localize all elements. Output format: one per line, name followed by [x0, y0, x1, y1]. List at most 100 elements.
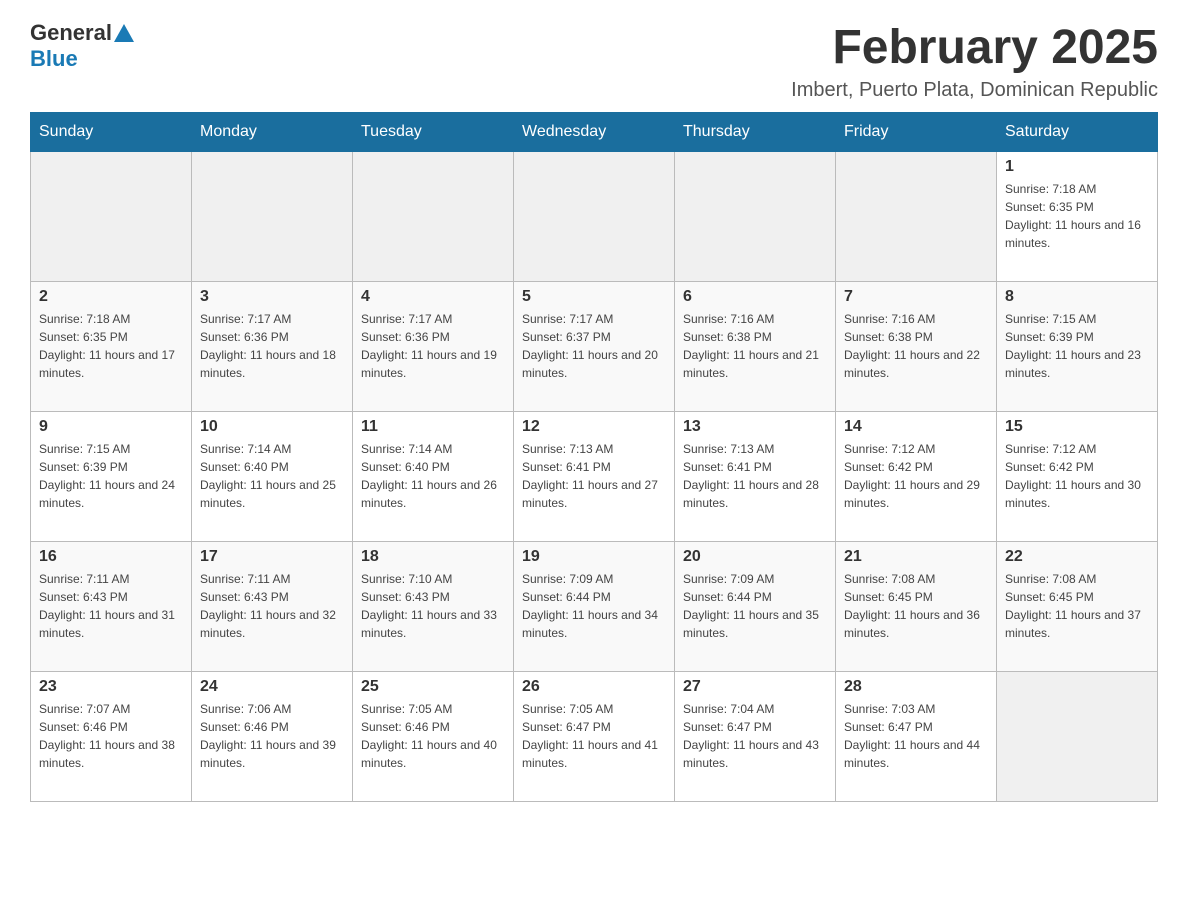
day-info: Sunrise: 7:11 AMSunset: 6:43 PMDaylight:…: [200, 570, 344, 642]
day-number: 28: [844, 678, 988, 696]
calendar-cell: 10 Sunrise: 7:14 AMSunset: 6:40 PMDayligh…: [192, 412, 353, 542]
day-info: Sunrise: 7:15 AMSunset: 6:39 PMDaylight:…: [39, 440, 183, 512]
day-info: Sunrise: 7:03 AMSunset: 6:47 PMDaylight:…: [844, 700, 988, 772]
calendar-cell: 20 Sunrise: 7:09 AMSunset: 6:44 PMDayligh…: [675, 542, 836, 672]
day-number: 16: [39, 548, 183, 566]
calendar-cell: 15 Sunrise: 7:12 AMSunset: 6:42 PMDayligh…: [997, 412, 1158, 542]
day-info: Sunrise: 7:17 AMSunset: 6:36 PMDaylight:…: [361, 310, 505, 382]
day-number: 5: [522, 288, 666, 306]
logo: General Blue: [30, 20, 136, 72]
calendar-cell: [31, 152, 192, 282]
day-number: 25: [361, 678, 505, 696]
day-number: 27: [683, 678, 827, 696]
day-number: 24: [200, 678, 344, 696]
calendar-week-row: 9 Sunrise: 7:15 AMSunset: 6:39 PMDaylight…: [31, 412, 1158, 542]
month-title: February 2025: [791, 20, 1158, 75]
day-number: 15: [1005, 418, 1149, 436]
calendar-cell: 11 Sunrise: 7:14 AMSunset: 6:40 PMDayligh…: [353, 412, 514, 542]
day-info: Sunrise: 7:16 AMSunset: 6:38 PMDaylight:…: [844, 310, 988, 382]
day-info: Sunrise: 7:14 AMSunset: 6:40 PMDaylight:…: [200, 440, 344, 512]
day-info: Sunrise: 7:12 AMSunset: 6:42 PMDaylight:…: [844, 440, 988, 512]
calendar-cell: 12 Sunrise: 7:13 AMSunset: 6:41 PMDayligh…: [514, 412, 675, 542]
calendar-cell: 5 Sunrise: 7:17 AMSunset: 6:37 PMDaylight…: [514, 282, 675, 412]
day-number: 26: [522, 678, 666, 696]
day-info: Sunrise: 7:15 AMSunset: 6:39 PMDaylight:…: [1005, 310, 1149, 382]
day-number: 8: [1005, 288, 1149, 306]
calendar-cell: 19 Sunrise: 7:09 AMSunset: 6:44 PMDayligh…: [514, 542, 675, 672]
calendar-week-row: 16 Sunrise: 7:11 AMSunset: 6:43 PMDayligh…: [31, 542, 1158, 672]
calendar-cell: 25 Sunrise: 7:05 AMSunset: 6:46 PMDayligh…: [353, 672, 514, 802]
day-number: 11: [361, 418, 505, 436]
day-number: 13: [683, 418, 827, 436]
calendar-cell: 14 Sunrise: 7:12 AMSunset: 6:42 PMDayligh…: [836, 412, 997, 542]
calendar-week-row: 1Sunrise: 7:18 AMSunset: 6:35 PMDaylight…: [31, 152, 1158, 282]
day-number: 22: [1005, 548, 1149, 566]
calendar-cell: 2 Sunrise: 7:18 AMSunset: 6:35 PMDaylight…: [31, 282, 192, 412]
col-friday: Friday: [836, 113, 997, 152]
calendar-cell: [192, 152, 353, 282]
calendar-cell: 8 Sunrise: 7:15 AMSunset: 6:39 PMDaylight…: [997, 282, 1158, 412]
day-info: Sunrise: 7:05 AMSunset: 6:47 PMDaylight:…: [522, 700, 666, 772]
calendar-cell: 21 Sunrise: 7:08 AMSunset: 6:45 PMDayligh…: [836, 542, 997, 672]
day-number: 7: [844, 288, 988, 306]
title-section: February 2025 Imbert, Puerto Plata, Domi…: [791, 20, 1158, 102]
day-number: 10: [200, 418, 344, 436]
day-info: Sunrise: 7:18 AMSunset: 6:35 PMDaylight:…: [39, 310, 183, 382]
day-number: 9: [39, 418, 183, 436]
day-info: Sunrise: 7:17 AMSunset: 6:36 PMDaylight:…: [200, 310, 344, 382]
day-number: 19: [522, 548, 666, 566]
day-info: Sunrise: 7:18 AMSunset: 6:35 PMDaylight:…: [1005, 180, 1149, 252]
day-info: Sunrise: 7:05 AMSunset: 6:46 PMDaylight:…: [361, 700, 505, 772]
col-sunday: Sunday: [31, 113, 192, 152]
day-info: Sunrise: 7:12 AMSunset: 6:42 PMDaylight:…: [1005, 440, 1149, 512]
calendar-cell: 16 Sunrise: 7:11 AMSunset: 6:43 PMDayligh…: [31, 542, 192, 672]
day-number: 6: [683, 288, 827, 306]
day-number: 14: [844, 418, 988, 436]
calendar-cell: [353, 152, 514, 282]
calendar-cell: 6 Sunrise: 7:16 AMSunset: 6:38 PMDaylight…: [675, 282, 836, 412]
day-number: 20: [683, 548, 827, 566]
day-number: 17: [200, 548, 344, 566]
calendar-cell: 23Sunrise: 7:07 AMSunset: 6:46 PMDayligh…: [31, 672, 192, 802]
day-info: Sunrise: 7:11 AMSunset: 6:43 PMDaylight:…: [39, 570, 183, 642]
day-number: 4: [361, 288, 505, 306]
day-number: 21: [844, 548, 988, 566]
col-monday: Monday: [192, 113, 353, 152]
calendar-cell: 26 Sunrise: 7:05 AMSunset: 6:47 PMDayligh…: [514, 672, 675, 802]
day-info: Sunrise: 7:10 AMSunset: 6:43 PMDaylight:…: [361, 570, 505, 642]
calendar-header-row: Sunday Monday Tuesday Wednesday Thursday…: [31, 113, 1158, 152]
day-info: Sunrise: 7:08 AMSunset: 6:45 PMDaylight:…: [844, 570, 988, 642]
col-thursday: Thursday: [675, 113, 836, 152]
calendar-cell: 18Sunrise: 7:10 AMSunset: 6:43 PMDayligh…: [353, 542, 514, 672]
day-info: Sunrise: 7:06 AMSunset: 6:46 PMDaylight:…: [200, 700, 344, 772]
day-number: 12: [522, 418, 666, 436]
day-info: Sunrise: 7:16 AMSunset: 6:38 PMDaylight:…: [683, 310, 827, 382]
day-info: Sunrise: 7:17 AMSunset: 6:37 PMDaylight:…: [522, 310, 666, 382]
calendar-cell: [997, 672, 1158, 802]
calendar-cell: 3 Sunrise: 7:17 AMSunset: 6:36 PMDaylight…: [192, 282, 353, 412]
calendar-cell: 4 Sunrise: 7:17 AMSunset: 6:36 PMDaylight…: [353, 282, 514, 412]
calendar-week-row: 2 Sunrise: 7:18 AMSunset: 6:35 PMDaylight…: [31, 282, 1158, 412]
calendar-table: Sunday Monday Tuesday Wednesday Thursday…: [30, 112, 1158, 802]
logo-triangle-icon: [114, 24, 134, 42]
day-info: Sunrise: 7:14 AMSunset: 6:40 PMDaylight:…: [361, 440, 505, 512]
day-info: Sunrise: 7:07 AMSunset: 6:46 PMDaylight:…: [39, 700, 183, 772]
day-number: 3: [200, 288, 344, 306]
logo-general-text: General: [30, 20, 112, 46]
calendar-cell: 7 Sunrise: 7:16 AMSunset: 6:38 PMDaylight…: [836, 282, 997, 412]
calendar-cell: 9 Sunrise: 7:15 AMSunset: 6:39 PMDaylight…: [31, 412, 192, 542]
day-info: Sunrise: 7:13 AMSunset: 6:41 PMDaylight:…: [522, 440, 666, 512]
logo-blue-text: Blue: [30, 46, 78, 72]
day-info: Sunrise: 7:09 AMSunset: 6:44 PMDaylight:…: [683, 570, 827, 642]
calendar-week-row: 23Sunrise: 7:07 AMSunset: 6:46 PMDayligh…: [31, 672, 1158, 802]
day-info: Sunrise: 7:09 AMSunset: 6:44 PMDaylight:…: [522, 570, 666, 642]
col-tuesday: Tuesday: [353, 113, 514, 152]
calendar-cell: [514, 152, 675, 282]
col-saturday: Saturday: [997, 113, 1158, 152]
day-info: Sunrise: 7:04 AMSunset: 6:47 PMDaylight:…: [683, 700, 827, 772]
day-number: 2: [39, 288, 183, 306]
calendar-cell: 22Sunrise: 7:08 AMSunset: 6:45 PMDayligh…: [997, 542, 1158, 672]
calendar-cell: [836, 152, 997, 282]
calendar-cell: 28 Sunrise: 7:03 AMSunset: 6:47 PMDayligh…: [836, 672, 997, 802]
day-info: Sunrise: 7:13 AMSunset: 6:41 PMDaylight:…: [683, 440, 827, 512]
